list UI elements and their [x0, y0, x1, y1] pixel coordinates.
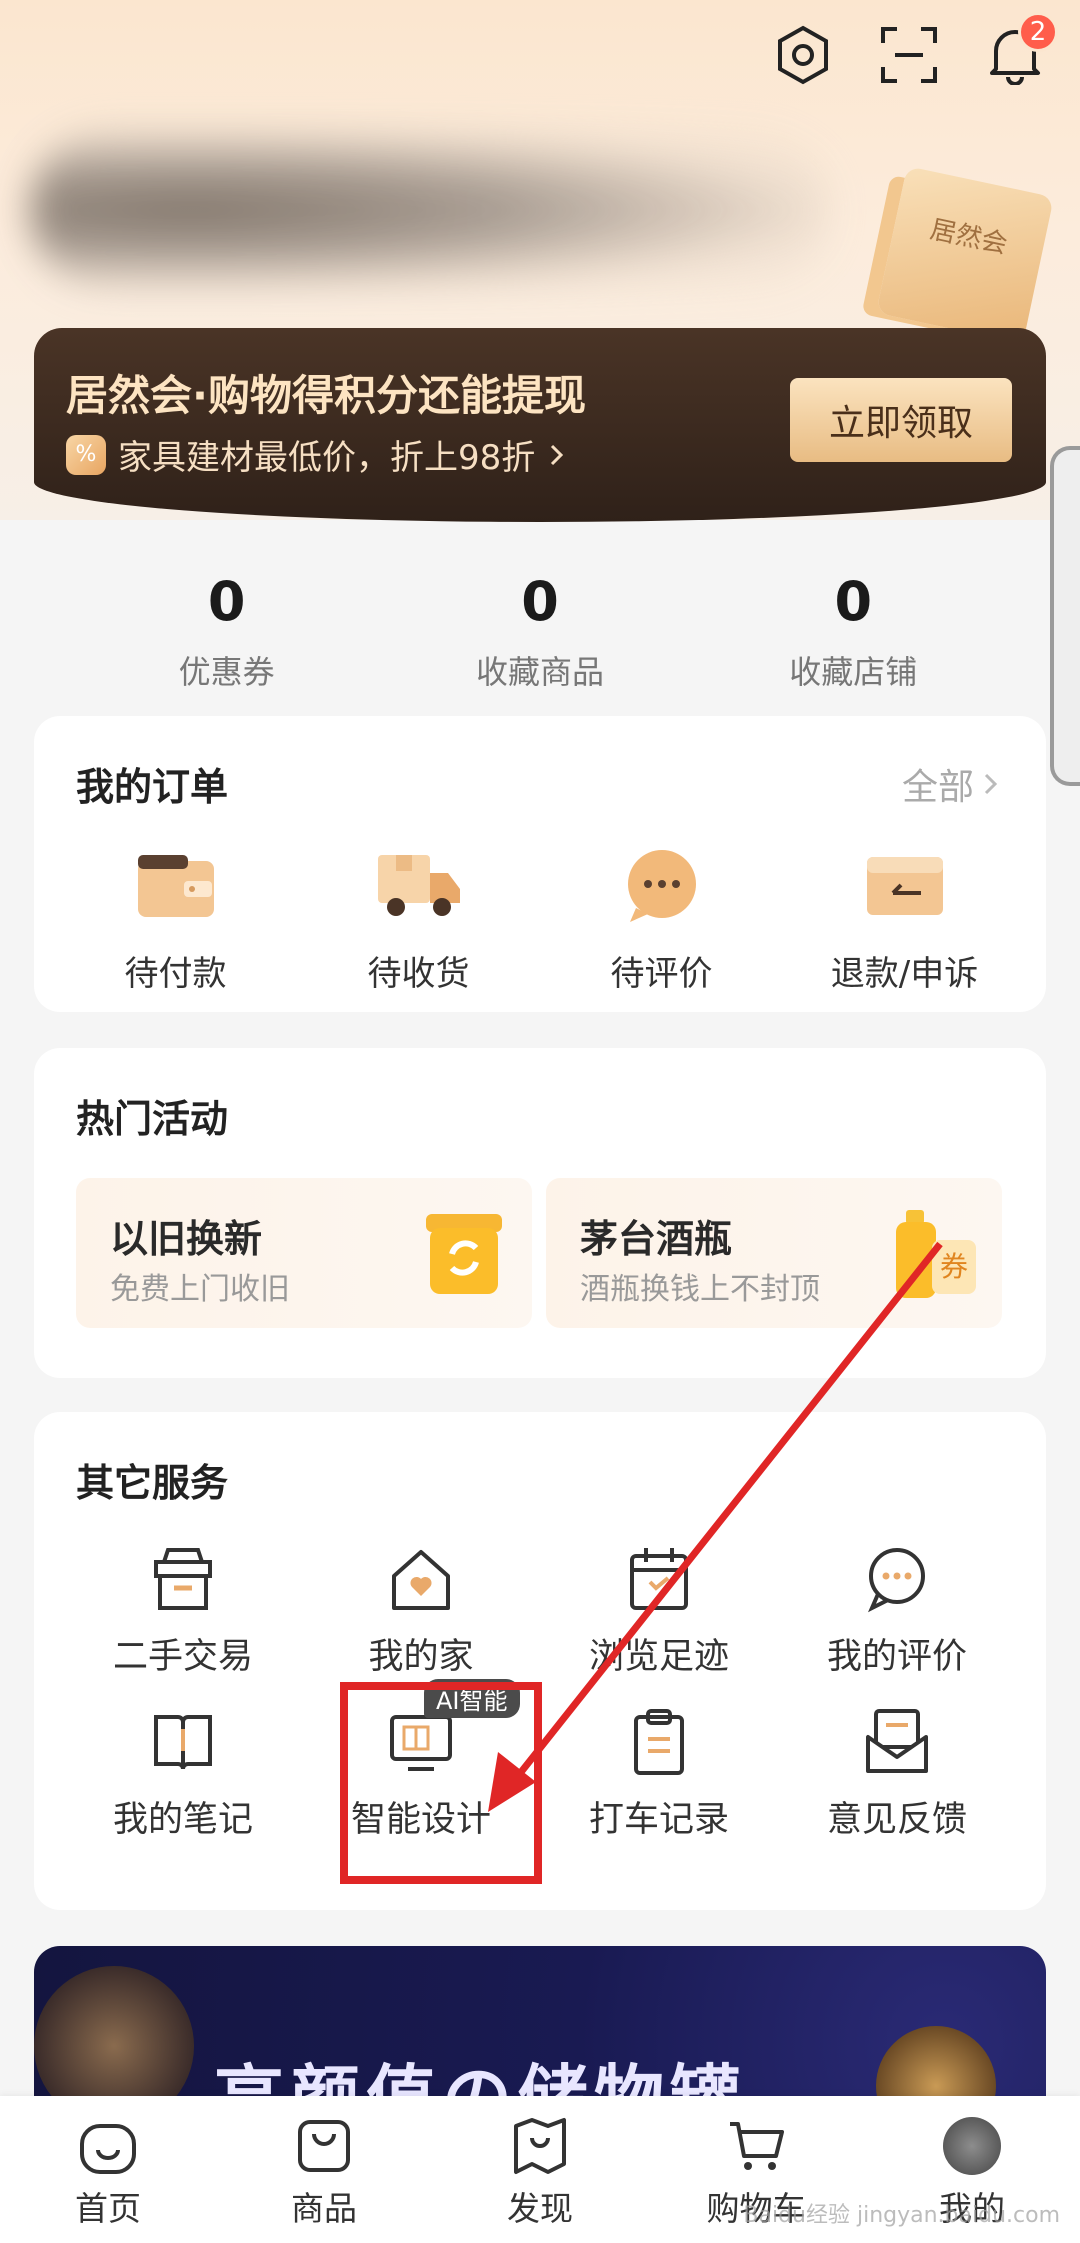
- service-label: 意见反馈: [826, 1800, 967, 1840]
- coupon-char: 券: [940, 1250, 968, 1283]
- service-label: 打车记录: [588, 1800, 729, 1840]
- order-item-label: 待付款: [124, 954, 227, 994]
- activity-title: 茅台酒瓶: [580, 1217, 733, 1261]
- settings-button[interactable]: [772, 24, 834, 86]
- stat-value: 0: [207, 570, 246, 633]
- user-profile-blurred[interactable]: [30, 130, 830, 290]
- map-icon: [508, 2114, 572, 2178]
- promo-subtitle: 家具建材最低价，折上98折: [118, 438, 536, 478]
- notification-badge: 2: [1018, 12, 1058, 52]
- activities-row: 以旧换新 免费上门收旧 茅台酒瓶 酒瓶换钱上不封顶 券: [76, 1178, 1002, 1328]
- scan-icon: [881, 27, 937, 83]
- stat-favorite-stores[interactable]: 0 收藏店铺: [723, 570, 983, 693]
- comment-icon: [860, 1542, 934, 1616]
- services-title: 其它服务: [76, 1461, 229, 1505]
- service-label: 二手交易: [112, 1637, 253, 1677]
- tab-label: 商品: [291, 2189, 357, 2228]
- bottom-tab-bar: 首页 商品 发现 购物车 我的 Baidu经验 jingyan.baidu.co…: [0, 2096, 1080, 2243]
- refund-icon: [860, 846, 950, 926]
- ad-decoration-left: [34, 1966, 194, 2106]
- ad-banner[interactable]: 高颜值の储物罐: [34, 1946, 1046, 2106]
- stat-value: 0: [521, 570, 559, 633]
- ad-decoration-right: [876, 2026, 996, 2106]
- stat-label: 收藏店铺: [789, 653, 918, 691]
- avatar-icon: [940, 2114, 1004, 2178]
- coupon-card-label: 居然会: [927, 214, 1011, 261]
- chat-bubble-icon: [617, 846, 707, 926]
- stat-label: 优惠券: [178, 653, 275, 691]
- order-refund-appeal[interactable]: 退款/申诉: [795, 846, 1015, 995]
- stat-coupons[interactable]: 0 优惠券: [97, 570, 357, 693]
- activity-trade-in[interactable]: 以旧换新 免费上门收旧: [76, 1178, 532, 1328]
- orders-title: 我的订单: [76, 765, 229, 809]
- order-pending-payment[interactable]: 待付款: [66, 846, 286, 995]
- stat-value: 0: [834, 570, 873, 633]
- claim-now-button[interactable]: 立即领取: [790, 378, 1012, 462]
- shopping-bag-icon: [292, 2114, 356, 2178]
- bottle-coupon-icon: 券: [896, 1210, 976, 1298]
- activity-subtitle: 免费上门收旧: [110, 1272, 290, 1307]
- service-feedback[interactable]: 意见反馈: [778, 1705, 1016, 1842]
- watermark: Baidu经验 jingyan.baidu.com: [743, 2203, 1060, 2228]
- avatar: [943, 2117, 1001, 2175]
- order-pending-delivery[interactable]: 待收货: [309, 846, 529, 995]
- promo-subtitle-row[interactable]: % 家具建材最低价，折上98折: [66, 430, 567, 479]
- home-smile-icon: [76, 2114, 140, 2178]
- tab-label: 首页: [75, 2189, 141, 2228]
- tab-home[interactable]: 首页: [18, 2114, 198, 2230]
- service-label: 我的评价: [826, 1637, 967, 1677]
- stat-favorite-products[interactable]: 0 收藏商品: [410, 570, 670, 693]
- activity-title: 以旧换新: [110, 1217, 263, 1261]
- settings-hexagon-icon: [778, 25, 828, 85]
- cart-icon: [724, 2114, 788, 2178]
- service-label: 浏览足迹: [588, 1637, 729, 1677]
- box-icon: [146, 1542, 220, 1616]
- service-ride-records[interactable]: 打车记录: [540, 1705, 778, 1842]
- activities-card: 热门活动 以旧换新 免费上门收旧 茅台酒瓶 酒瓶换钱上不封顶 券: [34, 1048, 1046, 1378]
- order-item-label: 待收货: [367, 954, 470, 994]
- promo-banner[interactable]: 居然会·购物得积分还能提现 % 家具建材最低价，折上98折 立即领取: [34, 328, 1046, 522]
- service-my-home[interactable]: 我的家: [302, 1542, 540, 1679]
- service-browse-history[interactable]: 浏览足迹: [540, 1542, 778, 1679]
- notification-button[interactable]: 2: [984, 12, 1058, 86]
- tab-discover[interactable]: 发现: [450, 2114, 630, 2230]
- service-my-notes[interactable]: 我的笔记: [64, 1705, 302, 1842]
- order-status-row: 待付款 待收货 待评价 退款/申诉: [34, 846, 1046, 995]
- service-my-reviews[interactable]: 我的评价: [778, 1542, 1016, 1679]
- service-label: 我的笔记: [112, 1800, 253, 1840]
- view-all-label: 全部: [901, 767, 974, 808]
- coupon-card-decoration: 居然会: [876, 166, 1054, 344]
- tab-products[interactable]: 商品: [234, 2114, 414, 2230]
- activities-title: 热门活动: [76, 1097, 229, 1141]
- recycle-bin-icon: [426, 1214, 502, 1294]
- service-label: 我的家: [368, 1637, 474, 1677]
- chevron-right-icon: [984, 773, 998, 795]
- chevron-right-icon: [551, 444, 564, 465]
- discount-percent-icon: %: [66, 434, 106, 475]
- promo-title: 居然会·购物得积分还能提现: [66, 371, 586, 420]
- home-heart-icon: [384, 1542, 458, 1616]
- activity-subtitle: 酒瓶换钱上不封顶: [580, 1272, 820, 1307]
- calendar-icon: [622, 1542, 696, 1616]
- tab-label: 发现: [507, 2189, 573, 2228]
- scan-button[interactable]: [878, 24, 940, 86]
- truck-icon: [374, 846, 464, 926]
- header-actions: 2: [772, 12, 1058, 86]
- clipboard-icon: [622, 1705, 696, 1779]
- wallet-icon: [131, 846, 221, 926]
- service-second-hand[interactable]: 二手交易: [64, 1542, 302, 1679]
- activity-moutai-bottle[interactable]: 茅台酒瓶 酒瓶换钱上不封顶 券: [546, 1178, 1002, 1328]
- stats-row: 0 优惠券 0 收藏商品 0 收藏店铺: [0, 570, 1080, 693]
- stat-label: 收藏商品: [475, 653, 604, 691]
- envelope-icon: [860, 1705, 934, 1779]
- annotation-highlight-box: [340, 1682, 542, 1884]
- orders-card: 我的订单 全部 待付款 待收货 待评价 退款/申诉: [34, 716, 1046, 1012]
- orders-view-all[interactable]: 全部: [902, 758, 1000, 810]
- order-pending-review[interactable]: 待评价: [552, 846, 772, 995]
- order-item-label: 待评价: [610, 954, 713, 994]
- book-icon: [146, 1705, 220, 1779]
- order-item-label: 退款/申诉: [830, 954, 979, 994]
